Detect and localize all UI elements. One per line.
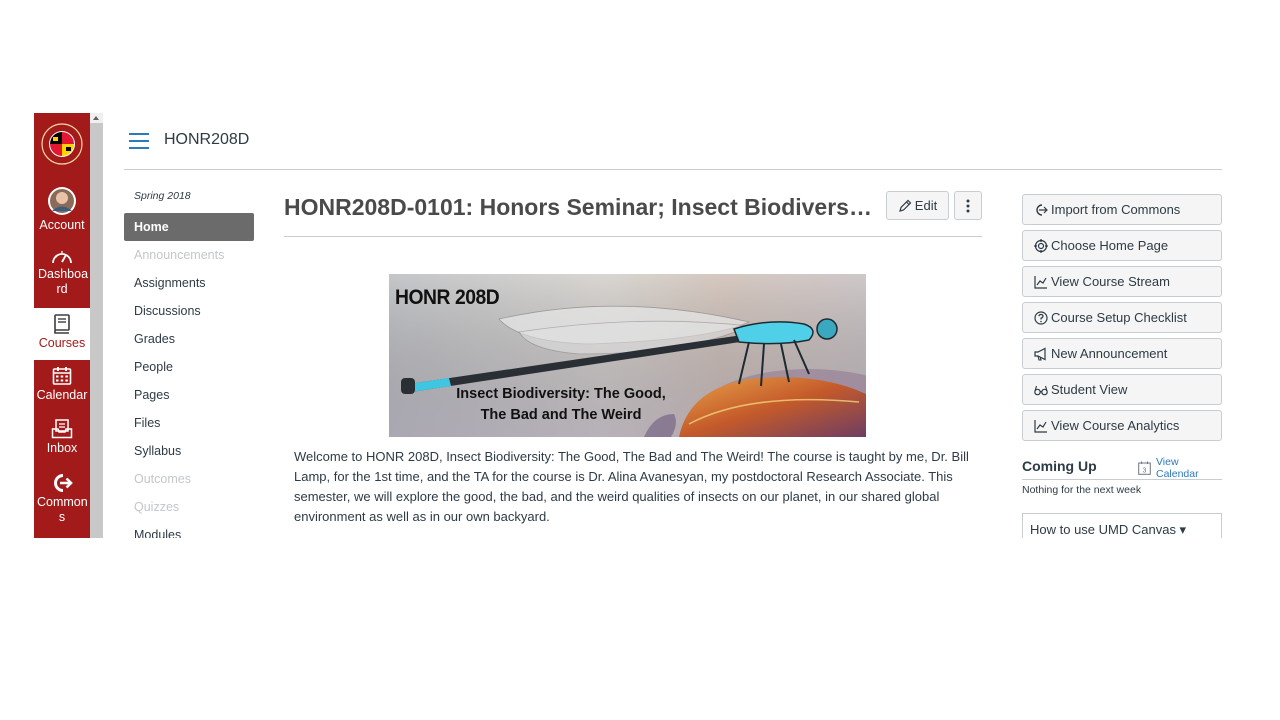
- nav-dashboard-label: Dashboa rd: [38, 267, 89, 296]
- banner-subtitle: Insect Biodiversity: The Good, The Bad a…: [441, 384, 681, 426]
- nav-scrollbar[interactable]: [90, 113, 103, 538]
- courses-icon: [54, 314, 70, 334]
- student-view-label: Student View: [1051, 382, 1128, 397]
- canvas-window: Account Dashboa rd Courses Calendar Inbo…: [34, 113, 1224, 538]
- banner-subtitle-line1: Insect Biodiversity: The Good,: [456, 386, 666, 402]
- nav-dashboard[interactable]: Dashboa rd: [34, 247, 90, 303]
- course-banner-image: HONR 208D Insect Biodiversity: The Good,…: [389, 274, 866, 437]
- target-icon: [1034, 238, 1048, 253]
- banner-title: HONR 208D: [395, 286, 500, 309]
- nav-inbox[interactable]: Inbox: [34, 419, 90, 461]
- global-nav: Account Dashboa rd Courses Calendar Inbo…: [34, 113, 90, 538]
- nav-calendar-label: Calendar: [36, 388, 88, 402]
- course-setup-checklist-button[interactable]: Course Setup Checklist: [1022, 302, 1222, 333]
- course-nav-outcomes[interactable]: Outcomes: [124, 465, 254, 493]
- student-view-button[interactable]: Student View: [1022, 374, 1222, 405]
- course-nav-modules[interactable]: Modules: [124, 521, 254, 538]
- import-from-commons-button[interactable]: Import from Commons: [1022, 194, 1222, 225]
- course-menu-toggle[interactable]: [129, 133, 149, 149]
- nav-commons[interactable]: Common s: [34, 473, 90, 529]
- view-course-stream-button[interactable]: View Course Stream: [1022, 266, 1222, 297]
- kebab-icon: [966, 199, 970, 212]
- coming-up-heading: Coming Up: [1022, 458, 1097, 474]
- view-calendar-label: View Calendar: [1155, 456, 1199, 480]
- nav-courses-label: Courses: [38, 336, 86, 350]
- how-to-use-canvas-dropdown[interactable]: How to use UMD Canvas ▾: [1022, 513, 1222, 538]
- calendar-small-icon: 3: [1138, 461, 1151, 475]
- course-nav-files[interactable]: Files: [124, 409, 254, 437]
- course-nav-people[interactable]: People: [124, 353, 254, 381]
- calendar-icon: [52, 367, 72, 385]
- course-nav: Home Announcements Assignments Discussio…: [124, 213, 254, 538]
- course-nav-pages[interactable]: Pages: [124, 381, 254, 409]
- megaphone-icon: [1034, 347, 1046, 361]
- calendar-day-number: 3: [1143, 467, 1147, 474]
- edit-button[interactable]: Edit: [886, 191, 949, 220]
- title-divider: [284, 236, 982, 237]
- nav-calendar[interactable]: Calendar: [34, 366, 90, 408]
- course-term: Spring 2018: [134, 190, 191, 202]
- inbox-icon: [51, 419, 73, 439]
- edit-button-label: Edit: [914, 198, 938, 213]
- coming-up-divider: [1022, 479, 1222, 480]
- nav-account-label: Account: [39, 218, 85, 232]
- new-announcement-label: New Announcement: [1051, 346, 1168, 361]
- more-options-button[interactable]: [954, 191, 982, 220]
- choose-home-page-label: Choose Home Page: [1051, 238, 1169, 253]
- view-calendar-link[interactable]: 3 View Calendar: [1138, 456, 1224, 480]
- header-divider: [124, 169, 1222, 170]
- coming-up-empty: Nothing for the next week: [1022, 484, 1142, 496]
- course-nav-announcements[interactable]: Announcements: [124, 241, 254, 269]
- nav-commons-label: Common s: [37, 495, 88, 524]
- nav-courses[interactable]: Courses: [34, 308, 90, 360]
- university-logo[interactable]: [40, 119, 84, 169]
- new-announcement-button[interactable]: New Announcement: [1022, 338, 1222, 369]
- view-course-analytics-button[interactable]: View Course Analytics: [1022, 410, 1222, 441]
- avatar: [48, 187, 76, 215]
- dashboard-icon: [52, 251, 72, 264]
- course-nav-discussions[interactable]: Discussions: [124, 297, 254, 325]
- breadcrumb[interactable]: HONR208D: [164, 131, 249, 149]
- course-nav-syllabus[interactable]: Syllabus: [124, 437, 254, 465]
- nav-account[interactable]: Account: [34, 186, 90, 234]
- choose-home-page-button[interactable]: Choose Home Page: [1022, 230, 1222, 261]
- pencil-icon: [898, 199, 912, 212]
- hamburger-icon: [129, 133, 149, 135]
- banner-subtitle-line2: The Bad and The Weird: [480, 407, 642, 423]
- analytics-chart-icon: [1034, 419, 1047, 433]
- course-nav-quizzes[interactable]: Quizzes: [124, 493, 254, 521]
- course-nav-assignments[interactable]: Assignments: [124, 269, 254, 297]
- scroll-up-arrow[interactable]: [90, 113, 103, 123]
- welcome-text: Welcome to HONR 208D, Insect Biodiversit…: [294, 449, 969, 524]
- view-course-stream-label: View Course Stream: [1051, 274, 1170, 289]
- commons-icon: [54, 474, 73, 492]
- question-icon: [1034, 310, 1048, 325]
- commons-import-icon: [1036, 203, 1048, 216]
- page-title: HONR208D-0101: Honors Seminar; Insect Bi…: [284, 194, 874, 220]
- course-setup-checklist-label: Course Setup Checklist: [1051, 310, 1187, 325]
- course-nav-home[interactable]: Home: [124, 213, 254, 241]
- course-nav-grades[interactable]: Grades: [124, 325, 254, 353]
- glasses-icon: [1034, 385, 1048, 395]
- nav-inbox-label: Inbox: [46, 441, 78, 455]
- view-course-analytics-label: View Course Analytics: [1051, 418, 1180, 433]
- stream-chart-icon: [1034, 275, 1047, 289]
- import-from-commons-label: Import from Commons: [1051, 202, 1181, 217]
